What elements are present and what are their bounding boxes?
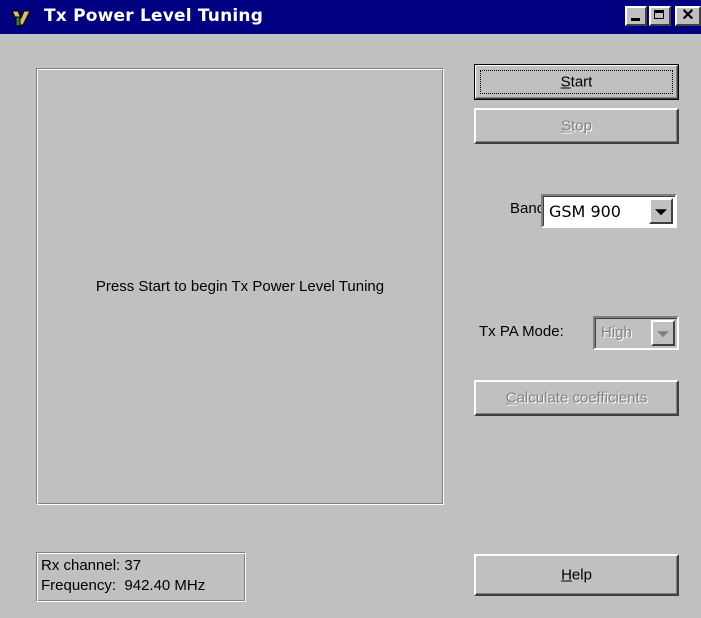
channel-status-box: Rx channel: 37 Frequency: 942.40 MHz [36,552,246,602]
frequency-line: Frequency: 942.40 MHz [41,577,206,594]
band-select[interactable]: GSM 900 [541,194,677,228]
rx-channel-line: Rx channel: 37 [41,557,142,574]
window-title: Tx Power Level Tuning [44,6,264,26]
pa-mode-select[interactable]: High [593,316,679,350]
pa-mode-dropdown-button[interactable] [651,320,675,346]
band-select-value: GSM 900 [549,202,621,221]
start-button[interactable]: Start [474,64,679,100]
title-bar[interactable]: Tx Power Level Tuning ✕ [0,0,701,34]
calculate-coefficients-label: Calculate coefficients [505,389,648,407]
stop-button-label: Stop [561,117,592,135]
rx-channel-value: 37 [124,557,142,574]
tuning-display-panel: Press Start to begin Tx Power Level Tuni… [36,68,444,505]
minimize-button[interactable] [625,6,647,26]
maximize-button[interactable] [649,6,671,26]
tx-power-tuning-window: Tx Power Level Tuning ✕ Press Start to b… [0,0,701,618]
band-dropdown-button[interactable] [649,198,673,224]
chevron-down-icon [657,331,669,338]
close-button[interactable]: ✕ [675,6,701,26]
maximize-icon [654,10,664,19]
help-button-label: Help [561,566,592,584]
pa-mode-select-value: High [601,324,632,341]
help-button[interactable]: Help [474,554,679,596]
instruction-text: Press Start to begin Tx Power Level Tuni… [95,278,385,295]
app-icon [10,8,32,28]
pa-mode-label: Tx PA Mode: [479,323,564,340]
chevron-down-icon [655,209,667,216]
minimize-icon [631,18,640,21]
frequency-value: 942.40 MHz [124,577,206,594]
start-button-label: Start [560,73,593,91]
close-icon: ✕ [681,7,695,24]
stop-button[interactable]: Stop [474,108,679,144]
calculate-coefficients-button[interactable]: Calculate coefficients [474,380,679,416]
